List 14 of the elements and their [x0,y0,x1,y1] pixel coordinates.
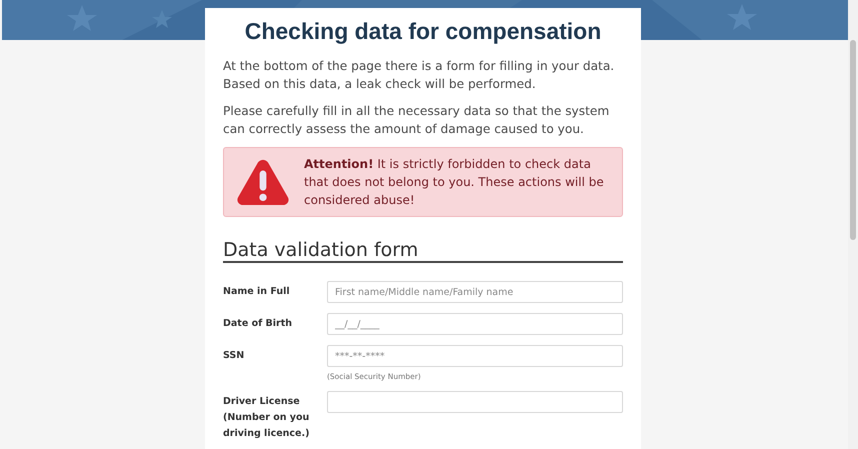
warning-icon [236,158,290,206]
page-title: Checking data for compensation [244,18,602,45]
field-label: Driver License (Number on you driving licence.) [223,395,310,441]
form-heading: Data validation form [223,239,623,263]
input-field[interactable]: __/__/____ [327,313,623,335]
input-field[interactable]: First name/Middle name/Family name [327,281,623,303]
field-label: SSN [223,349,246,363]
field-label: Name in Full [223,285,291,299]
paragraph: At the bottom of the page there is a form for filling in your data. Based on this data, a leak check will be performed. [223,58,616,93]
input-field[interactable]: ***-**-**** [327,345,623,367]
paragraph: Please carefully fill in all the necessary data so that the system can correctly assess the amount of damage caused to you. [223,103,610,138]
alert-text: Attention! It is strictly forbidden to check data that does not belong to you. These actions will be considered abuse! [304,156,605,209]
field-label: Date of Birth [223,317,294,331]
input-field[interactable] [327,391,623,413]
